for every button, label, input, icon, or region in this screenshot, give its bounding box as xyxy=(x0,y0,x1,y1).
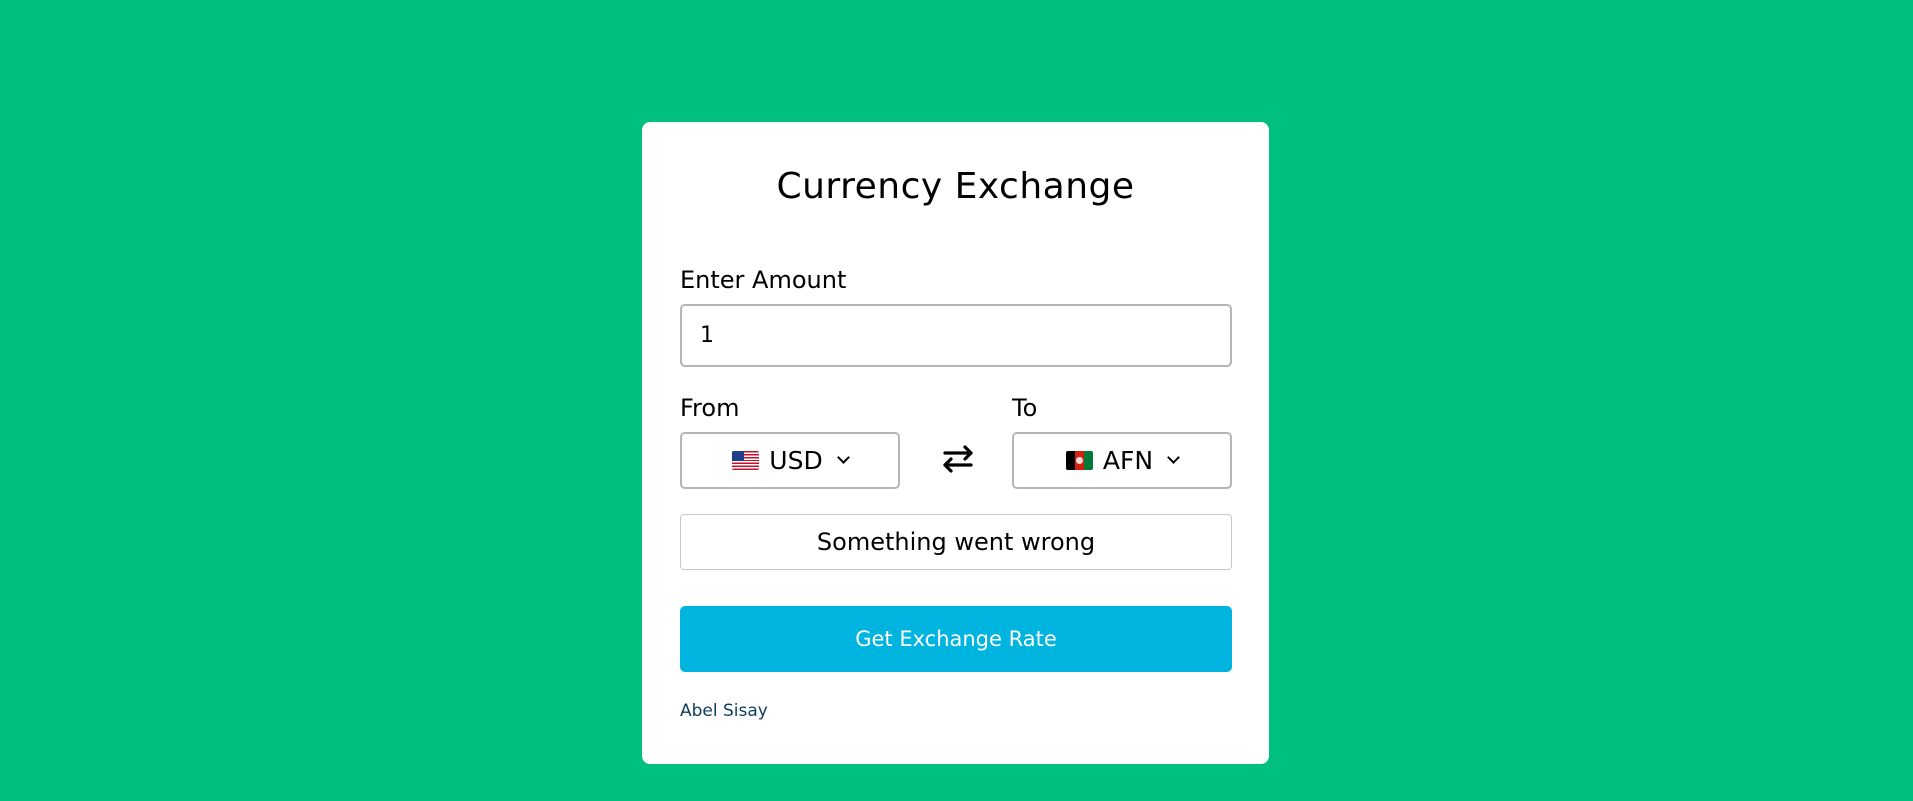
from-currency-code: USD xyxy=(769,446,823,475)
af-flag-icon xyxy=(1065,451,1093,470)
amount-input[interactable] xyxy=(680,304,1232,367)
author-link[interactable]: Abel Sisay xyxy=(680,701,768,721)
from-currency-select[interactable]: USD xyxy=(680,432,900,489)
to-currency-code: AFN xyxy=(1102,446,1154,475)
exchange-card: Currency Exchange Enter Amount From USD … xyxy=(642,122,1269,764)
to-label: To xyxy=(1012,394,1038,422)
page-title: Currency Exchange xyxy=(776,166,1135,207)
exchange-result: Something went wrong xyxy=(680,514,1232,570)
chevron-down-icon xyxy=(836,451,850,464)
from-label: From xyxy=(680,394,740,422)
chevron-down-icon xyxy=(1167,451,1180,464)
swap-arrows-icon[interactable] xyxy=(938,442,978,476)
to-currency-select[interactable]: AFN xyxy=(1012,432,1232,489)
amount-label: Enter Amount xyxy=(680,266,847,294)
get-exchange-rate-button[interactable]: Get Exchange Rate xyxy=(680,606,1232,672)
us-flag-icon xyxy=(732,451,760,470)
